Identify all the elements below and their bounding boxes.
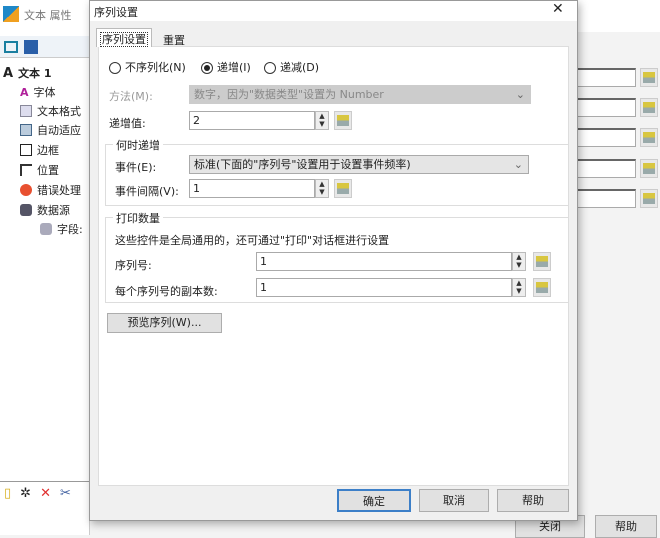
data-source-icon xyxy=(536,282,548,293)
new-icon[interactable]: ▯ xyxy=(4,486,11,501)
chevron-down-icon: ⌄ xyxy=(513,158,523,171)
interval-input[interactable]: 1 xyxy=(189,179,315,198)
bg-field[interactable] xyxy=(577,159,636,178)
tab-panel: 不序列化(N) 递增(I) 递减(D) 方法(M): 数字，因为"数据类型"设置… xyxy=(98,46,569,486)
delete-icon[interactable]: ✕ xyxy=(40,486,51,501)
data-source-icon xyxy=(643,163,655,174)
panel-toolbar xyxy=(0,36,90,58)
font-icon: A xyxy=(20,85,29,99)
bg-field-button[interactable] xyxy=(640,128,658,147)
serial-datasource-button[interactable] xyxy=(533,252,551,271)
radio-increment[interactable]: 递增(I) xyxy=(201,59,251,75)
tree-item-autofit[interactable]: 自动适应 xyxy=(20,121,81,139)
bg-field[interactable] xyxy=(577,98,636,117)
data-source-icon xyxy=(643,102,655,113)
event-label: 事件(E): xyxy=(115,161,157,174)
autofit-icon xyxy=(20,124,32,136)
tree-item-font[interactable]: A 字体 xyxy=(20,83,56,101)
tree-item-text-format[interactable]: 文本格式 xyxy=(20,102,81,120)
database-icon xyxy=(40,223,52,235)
copies-datasource-button[interactable] xyxy=(533,278,551,297)
cancel-button[interactable]: 取消 xyxy=(419,489,489,512)
connect-icon[interactable] xyxy=(4,41,18,53)
magic-wand-icon[interactable]: ✲ xyxy=(20,486,31,501)
ok-button[interactable]: 确定 xyxy=(337,489,411,512)
tree-item-text1[interactable]: A 文本 1 xyxy=(3,64,52,82)
position-icon xyxy=(20,164,32,176)
serial-stepper[interactable]: ▲ ▼ xyxy=(512,252,526,271)
print-quantity-label: 打印数量 xyxy=(113,210,163,226)
radio-decrement[interactable]: 递减(D) xyxy=(264,59,319,75)
bg-field-button[interactable] xyxy=(640,98,658,117)
bg-field[interactable] xyxy=(577,68,636,87)
bg-field-button[interactable] xyxy=(640,189,658,208)
bottom-toolbar: ▯ ✲ ✕ ✂ xyxy=(4,486,71,501)
tab-sequence-settings[interactable]: 序列设置 xyxy=(96,28,152,47)
help-button[interactable]: 帮助 xyxy=(497,489,569,512)
text-icon: A xyxy=(3,65,14,81)
window-title: 文本 属性 xyxy=(24,9,72,22)
print-note: 这些控件是全局通用的，还可通过"打印"对话框进行设置 xyxy=(115,234,390,247)
when-increment-label: 何时递增 xyxy=(113,137,163,153)
data-source-icon xyxy=(643,72,655,83)
tree-item-field[interactable]: 字段: xyxy=(40,220,83,238)
chevron-down-icon: ⌄ xyxy=(515,88,525,101)
data-source-icon xyxy=(643,193,655,204)
tree-item-border[interactable]: 边框 xyxy=(20,141,59,159)
data-source-icon xyxy=(536,256,548,267)
close-icon[interactable]: ✕ xyxy=(552,1,564,17)
method-select: 数字，因为"数据类型"设置为 Number ⌄ xyxy=(189,85,531,104)
serial-input[interactable]: 1 xyxy=(256,252,512,271)
layers-icon[interactable] xyxy=(24,40,38,54)
dialog-title-bar: 序列设置 ✕ xyxy=(90,1,577,21)
tree-item-error[interactable]: 错误处理 xyxy=(20,181,81,199)
text-format-icon xyxy=(20,105,32,117)
data-source-icon xyxy=(337,115,349,126)
event-select[interactable]: 标准(下面的"序列号"设置用于设置事件频率) ⌄ xyxy=(189,155,529,174)
interval-stepper[interactable]: ▲ ▼ xyxy=(315,179,329,198)
increment-stepper[interactable]: ▲ ▼ xyxy=(315,111,329,130)
increment-label: 递增值: xyxy=(109,117,146,130)
data-source-icon xyxy=(643,132,655,143)
copies-stepper[interactable]: ▲ ▼ xyxy=(512,278,526,297)
bg-field-button[interactable] xyxy=(640,159,658,178)
bg-field[interactable] xyxy=(577,189,636,208)
app-logo-icon xyxy=(3,6,19,22)
copies-label: 每个序列号的副本数: xyxy=(115,285,218,298)
increment-input[interactable]: 2 xyxy=(189,111,315,130)
tree-item-position[interactable]: 位置 xyxy=(20,161,59,179)
copies-input[interactable]: 1 xyxy=(256,278,512,297)
properties-panel: 文本 属性 A 文本 1 A 字体 文本格式 自动适应 边框 位置 错误处理 数据源… xyxy=(0,0,90,535)
data-source-icon xyxy=(337,183,349,194)
interval-datasource-button[interactable] xyxy=(334,179,352,198)
bg-field[interactable] xyxy=(577,128,636,147)
method-label: 方法(M): xyxy=(109,90,153,103)
tree-item-datasource[interactable]: 数据源 xyxy=(20,201,70,219)
sequence-settings-dialog: 序列设置 ✕ 序列设置 重置 不序列化(N) 递增(I) 递减(D) 方法(M)… xyxy=(89,0,578,521)
radio-no-serialize[interactable]: 不序列化(N) xyxy=(109,59,186,75)
dialog-title: 序列设置 xyxy=(94,6,138,19)
serial-label: 序列号: xyxy=(115,259,152,272)
error-icon xyxy=(20,184,32,196)
interval-label: 事件间隔(V): xyxy=(115,185,179,198)
cut-icon[interactable]: ✂ xyxy=(60,486,71,501)
datasource-icon xyxy=(20,204,32,216)
increment-datasource-button[interactable] xyxy=(334,111,352,130)
bg-field-button[interactable] xyxy=(640,68,658,87)
preview-sequence-button[interactable]: 预览序列(W)... xyxy=(107,313,222,333)
border-icon xyxy=(20,144,32,156)
